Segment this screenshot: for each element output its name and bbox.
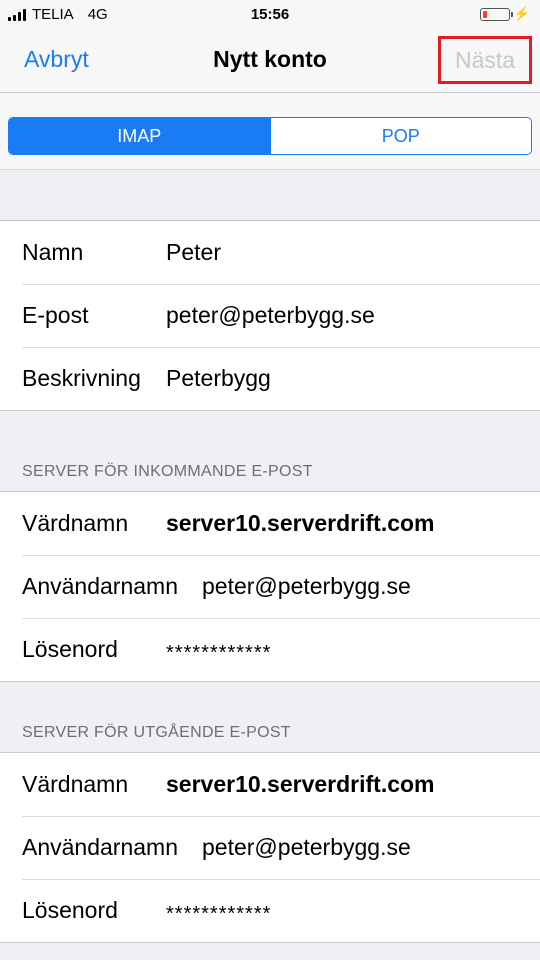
- outgoing-server-header: SERVER FÖR UTGÅENDE E-POST: [22, 724, 291, 741]
- account-info-group: Namn Peter E-post peter@peterbygg.se Bes…: [0, 220, 540, 411]
- clock: 15:56: [250, 6, 290, 23]
- outgoing-password-field[interactable]: ************: [166, 903, 271, 926]
- incoming-server-group: Värdnamn server10.serverdrift.com Använd…: [0, 491, 540, 682]
- segment-imap[interactable]: IMAP: [9, 118, 270, 154]
- battery-level: [482, 10, 487, 18]
- incoming-user-label: Användarnamn: [22, 573, 178, 599]
- outgoing-user-row[interactable]: Användarnamn peter@peterbygg.se: [0, 816, 540, 879]
- description-field[interactable]: Peterbygg: [166, 365, 271, 392]
- incoming-host-row[interactable]: Värdnamn server10.serverdrift.com: [0, 492, 540, 555]
- description-row[interactable]: Beskrivning Peterbygg: [0, 347, 540, 410]
- status-right: ⚡: [479, 6, 530, 22]
- incoming-user-row[interactable]: Användarnamn peter@peterbygg.se: [0, 555, 540, 618]
- next-button[interactable]: Nästa: [438, 36, 532, 84]
- name-label: Namn: [22, 239, 84, 265]
- incoming-host-field[interactable]: server10.serverdrift.com: [166, 510, 435, 537]
- outgoing-server-group: Värdnamn server10.serverdrift.com Använd…: [0, 752, 540, 943]
- email-field[interactable]: peter@peterbygg.se: [166, 302, 375, 329]
- protocol-segmented-control: IMAP POP: [8, 117, 532, 155]
- outgoing-password-row[interactable]: Lösenord ************: [0, 879, 540, 942]
- outgoing-host-label: Värdnamn: [22, 771, 129, 797]
- incoming-user-field[interactable]: peter@peterbygg.se: [202, 573, 411, 600]
- incoming-password-label: Lösenord: [22, 636, 118, 662]
- email-label: E-post: [22, 302, 89, 328]
- outgoing-user-label: Användarnamn: [22, 834, 178, 860]
- charging-icon: ⚡: [513, 6, 530, 21]
- incoming-password-field[interactable]: ************: [166, 642, 271, 665]
- incoming-server-header: SERVER FÖR INKOMMANDE E-POST: [22, 463, 313, 480]
- name-row[interactable]: Namn Peter: [0, 221, 540, 284]
- outgoing-host-field[interactable]: server10.serverdrift.com: [166, 771, 435, 798]
- outgoing-password-label: Lösenord: [22, 897, 118, 923]
- incoming-host-label: Värdnamn: [22, 510, 129, 536]
- outgoing-host-row[interactable]: Värdnamn server10.serverdrift.com: [0, 753, 540, 816]
- name-field[interactable]: Peter: [166, 239, 221, 266]
- email-row[interactable]: E-post peter@peterbygg.se: [0, 284, 540, 347]
- outgoing-user-field[interactable]: peter@peterbygg.se: [202, 834, 411, 861]
- segment-pop[interactable]: POP: [269, 118, 531, 154]
- battery-icon: [479, 7, 513, 21]
- status-bar: TELIA 4G 15:56 ⚡: [0, 0, 540, 30]
- incoming-password-row[interactable]: Lösenord ************: [0, 618, 540, 681]
- protocol-selector-area: IMAP POP: [0, 93, 540, 170]
- description-label: Beskrivning: [22, 365, 141, 391]
- navigation-bar: Avbryt Nytt konto Nästa: [0, 30, 540, 93]
